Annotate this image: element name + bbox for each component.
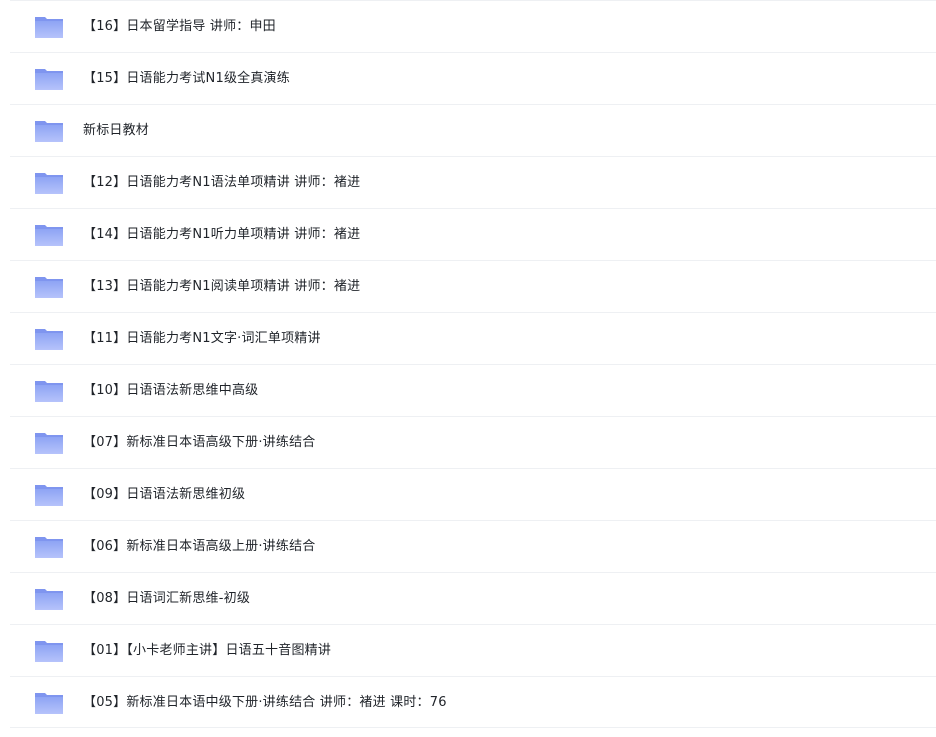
folder-icon bbox=[35, 17, 63, 38]
folder-name: 【11】日语能力考N1文字·词汇单项精讲 bbox=[83, 331, 321, 346]
folder-row[interactable]: 【11】日语能力考N1文字·词汇单项精讲 bbox=[10, 312, 936, 364]
folder-icon bbox=[35, 641, 63, 662]
folder-icon bbox=[35, 589, 63, 610]
folder-row[interactable]: 【13】日语能力考N1阅读单项精讲 讲师：褚进 bbox=[10, 260, 936, 312]
folder-name: 【08】日语词汇新思维-初级 bbox=[83, 591, 251, 606]
folder-row[interactable]: 【06】新标准日本语高级上册·讲练结合 bbox=[10, 520, 936, 572]
folder-icon bbox=[35, 329, 63, 350]
folder-name: 【06】新标准日本语高级上册·讲练结合 bbox=[83, 539, 316, 554]
folder-row[interactable]: 【16】日本留学指导 讲师：申田 bbox=[10, 0, 936, 52]
folder-icon bbox=[35, 537, 63, 558]
folder-row[interactable]: 【15】日语能力考试N1级全真演练 bbox=[10, 52, 936, 104]
folder-name: 【14】日语能力考N1听力单项精讲 讲师：褚进 bbox=[83, 227, 361, 242]
folder-name: 【09】日语语法新思维初级 bbox=[83, 487, 246, 502]
folder-name: 【15】日语能力考试N1级全真演练 bbox=[83, 71, 290, 86]
folder-row[interactable]: 【07】新标准日本语高级下册·讲练结合 bbox=[10, 416, 936, 468]
folder-icon bbox=[35, 277, 63, 298]
folder-name: 【05】新标准日本语中级下册·讲练结合 讲师：褚进 课时：76 bbox=[83, 695, 447, 710]
folder-icon bbox=[35, 693, 63, 714]
folder-list: 【16】日本留学指导 讲师：申田 【15】日语能力考试N1级全真演练 新标日教材… bbox=[0, 0, 936, 737]
folder-name: 【07】新标准日本语高级下册·讲练结合 bbox=[83, 435, 316, 450]
folder-icon bbox=[35, 121, 63, 142]
folder-name: 【10】日语语法新思维中高级 bbox=[83, 383, 259, 398]
folder-name: 【13】日语能力考N1阅读单项精讲 讲师：褚进 bbox=[83, 279, 361, 294]
folder-name: 【16】日本留学指导 讲师：申田 bbox=[83, 19, 276, 34]
folder-row[interactable]: 【14】日语能力考N1听力单项精讲 讲师：褚进 bbox=[10, 208, 936, 260]
folder-name: 新标日教材 bbox=[83, 123, 150, 138]
folder-row[interactable]: 【01】【小卡老师主讲】日语五十音图精讲 bbox=[10, 624, 936, 676]
folder-icon bbox=[35, 69, 63, 90]
folder-row[interactable]: 新标日教材 bbox=[10, 104, 936, 156]
folder-name: 【12】日语能力考N1语法单项精讲 讲师：褚进 bbox=[83, 175, 361, 190]
folder-icon bbox=[35, 433, 63, 454]
folder-row[interactable]: 【12】日语能力考N1语法单项精讲 讲师：褚进 bbox=[10, 156, 936, 208]
folder-icon bbox=[35, 485, 63, 506]
folder-icon bbox=[35, 173, 63, 194]
folder-name: 【01】【小卡老师主讲】日语五十音图精讲 bbox=[83, 643, 332, 658]
folder-row[interactable]: 【09】日语语法新思维初级 bbox=[10, 468, 936, 520]
folder-row[interactable]: 【08】日语词汇新思维-初级 bbox=[10, 572, 936, 624]
folder-row[interactable]: 【05】新标准日本语中级下册·讲练结合 讲师：褚进 课时：76 bbox=[10, 676, 936, 728]
folder-row[interactable]: 【10】日语语法新思维中高级 bbox=[10, 364, 936, 416]
folder-icon bbox=[35, 225, 63, 246]
folder-icon bbox=[35, 381, 63, 402]
